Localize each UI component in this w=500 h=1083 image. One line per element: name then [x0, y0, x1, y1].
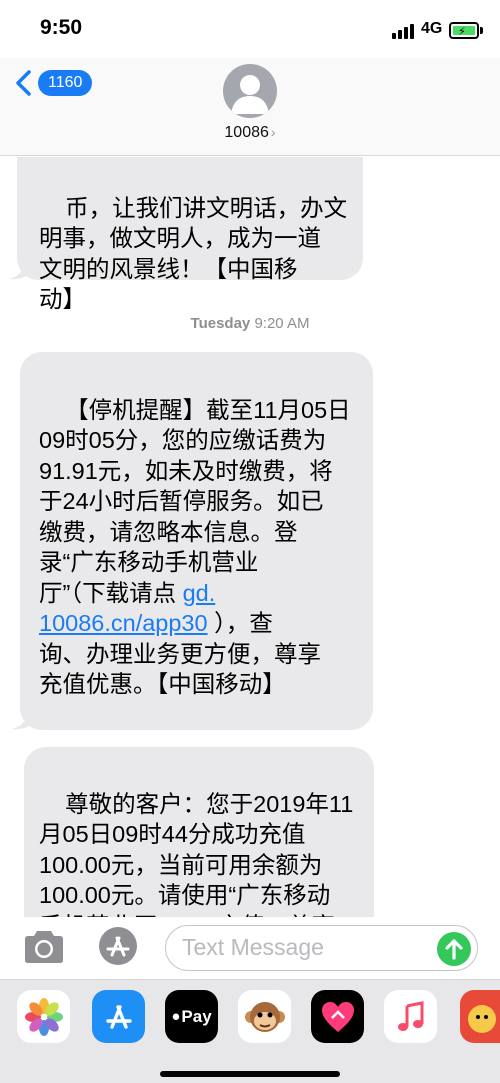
bubble-tail — [12, 708, 34, 730]
timestamp: Tuesday 9:20 AM — [0, 315, 500, 332]
unread-count-badge: 1160 — [38, 70, 93, 96]
send-arrow-icon — [445, 939, 463, 960]
status-bar: 9:50 4G ⚡ — [0, 0, 500, 58]
timestamp-day: Tuesday — [190, 315, 251, 332]
app-store-icon[interactable] — [95, 926, 141, 966]
sticker-app-icon[interactable] — [460, 990, 500, 1043]
digital-touch-app-icon[interactable] — [311, 990, 364, 1043]
timestamp-time: 9:20 AM — [254, 315, 310, 332]
message-text: 币，让我们讲文明话，办文 明事，做文明人，成为一道 文明的风景线！【中国移 动】 — [39, 194, 348, 313]
app-store-app-icon[interactable] — [92, 990, 145, 1043]
message-text: 尊敬的客户：您于2019年11 月05日09时44分成功充值 100.00元，当… — [39, 790, 354, 918]
back-button[interactable]: 1160 — [14, 70, 93, 96]
battery-icon: ⚡ — [449, 22, 479, 39]
animoji-app-icon[interactable] — [238, 990, 291, 1043]
battery-nub — [480, 27, 483, 34]
photos-app-icon[interactable] — [17, 990, 70, 1043]
message-input-field[interactable] — [165, 925, 478, 971]
bubble-tail — [9, 258, 31, 280]
camera-icon[interactable] — [22, 930, 66, 964]
compose-bar — [0, 917, 500, 979]
conversation-header: 1160 10086 › — [0, 58, 500, 156]
status-time: 9:50 — [40, 16, 83, 39]
contact-name: 10086 — [224, 124, 269, 141]
network-type: 4G — [421, 20, 443, 37]
chevron-left-icon — [16, 70, 31, 96]
cellular-signal-icon — [392, 24, 416, 39]
apple-pay-app-icon[interactable]: ● Pay — [165, 990, 218, 1043]
message-text: 【停机提醒】截至11月05日 09时05分，您的应缴话费为 91.91元，如未及… — [39, 396, 351, 606]
message-bubble[interactable]: 尊敬的客户：您于2019年11 月05日09时44分成功充值 100.00元，当… — [24, 747, 374, 917]
music-app-icon[interactable] — [384, 990, 437, 1043]
home-indicator[interactable] — [160, 1071, 340, 1077]
apple-pay-label: Pay — [181, 1006, 212, 1026]
chevron-right-icon: › — [270, 124, 276, 140]
contact-name-button[interactable]: 10086 › — [0, 124, 500, 142]
message-bubble[interactable]: 【停机提醒】截至11月05日 09时05分，您的应缴话费为 91.91元，如未及… — [20, 352, 373, 730]
bolt-icon: ⚡ — [458, 26, 466, 38]
send-button[interactable] — [437, 932, 471, 966]
message-bubble[interactable]: 币，让我们讲文明话，办文 明事，做文明人，成为一道 文明的风景线！【中国移 动】 — [17, 157, 363, 312]
message-input[interactable] — [182, 926, 432, 968]
message-list[interactable]: 币，让我们讲文明话，办文 明事，做文明人，成为一道 文明的风景线！【中国移 动】… — [0, 157, 500, 917]
person-silhouette-icon[interactable] — [223, 64, 277, 118]
imessage-app-drawer: ● Pay — [0, 979, 500, 1083]
